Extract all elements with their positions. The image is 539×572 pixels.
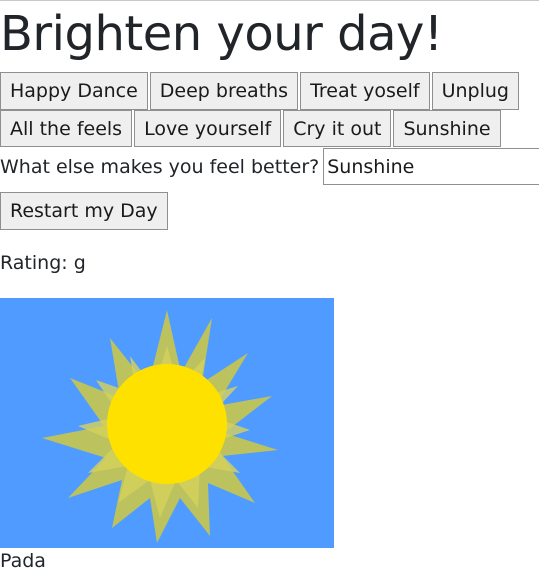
- feel-better-form: What else makes you feel better?: [0, 148, 539, 185]
- feel-better-label: What else makes you feel better?: [0, 155, 320, 178]
- mood-buttons-row-1: Happy Dance Deep breaths Treat yoself Un…: [0, 72, 521, 110]
- sun: [107, 364, 227, 484]
- cry-it-out-button[interactable]: Cry it out: [283, 110, 392, 147]
- sunshine-button[interactable]: Sunshine: [393, 110, 501, 147]
- top-divider: [0, 0, 539, 1]
- rating-text: Rating: g: [0, 252, 86, 274]
- treat-yoself-button[interactable]: Treat yoself: [300, 72, 430, 110]
- deep-breaths-button[interactable]: Deep breaths: [149, 72, 299, 110]
- gif-caption: Pada: [0, 550, 46, 572]
- all-the-feels-button[interactable]: All the feels: [0, 110, 133, 147]
- love-yourself-button[interactable]: Love yourself: [134, 110, 282, 147]
- page-title: Brighten your day!: [0, 6, 443, 62]
- restart-day-button[interactable]: Restart my Day: [0, 192, 168, 230]
- happy-dance-button[interactable]: Happy Dance: [0, 72, 148, 110]
- mood-buttons-row-2: All the feels Love yourself Cry it out S…: [0, 110, 503, 147]
- sunshine-gif: [0, 298, 334, 548]
- feel-better-input[interactable]: [323, 148, 539, 185]
- unplug-button[interactable]: Unplug: [431, 72, 519, 110]
